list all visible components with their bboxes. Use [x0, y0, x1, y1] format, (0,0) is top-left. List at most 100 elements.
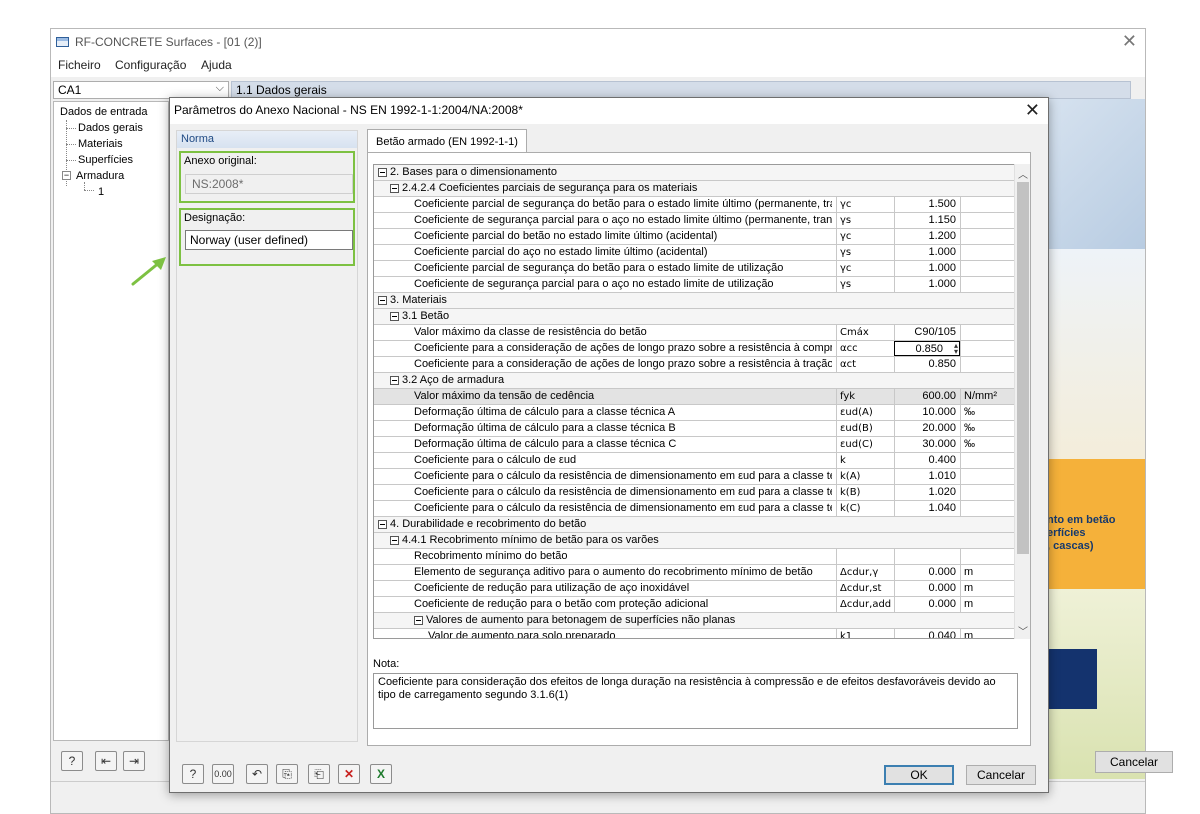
parameter-value[interactable]: 0.850: [894, 357, 960, 372]
tab-betao-armado[interactable]: Betão armado (EN 1992-1-1): [367, 129, 527, 153]
parameter-value[interactable]: 1.020: [894, 485, 960, 500]
undo-icon[interactable]: ↶: [246, 764, 268, 784]
parameter-value[interactable]: 0.000: [894, 597, 960, 612]
parameter-value[interactable]: 1.000: [894, 245, 960, 260]
table-row[interactable]: Coeficiente de segurança parcial para o …: [374, 277, 1015, 293]
table-row[interactable]: Coeficiente para o cálculo de εud k 0.400: [374, 453, 1015, 469]
table-row[interactable]: Deformação última de cálculo para a clas…: [374, 437, 1015, 453]
parameter-value[interactable]: 30.000: [894, 437, 960, 452]
previous-icon[interactable]: ⇤: [95, 751, 117, 771]
collapse-icon[interactable]: [390, 536, 399, 545]
table-row[interactable]: Coeficiente parcial do aço no estado lim…: [374, 245, 1015, 261]
table-row[interactable]: Deformação última de cálculo para a clas…: [374, 405, 1015, 421]
parameter-unit: [960, 245, 1015, 260]
parameter-value[interactable]: 1.000: [894, 261, 960, 276]
help-icon[interactable]: ?: [61, 751, 83, 771]
tree-item-armadura-1[interactable]: 1: [98, 186, 104, 198]
parameter-value[interactable]: 0.000: [894, 581, 960, 596]
table-row[interactable]: Coeficiente de redução para o betão com …: [374, 597, 1015, 613]
table-row[interactable]: Valor de aumento para solo preparado k1 0.…: [374, 629, 1015, 638]
tree-item-armadura[interactable]: Armadura: [76, 170, 124, 182]
table-group-row[interactable]: 2.4.2.4 Coeficientes parciais de seguran…: [374, 181, 1015, 197]
parameter-description: Coeficiente de redução para utilização d…: [414, 582, 690, 594]
parameter-value[interactable]: 600.00: [894, 389, 960, 404]
table-group-row[interactable]: 3.1 Betão: [374, 309, 1015, 325]
tree-item-dados-gerais[interactable]: Dados gerais: [78, 122, 143, 134]
delete-icon[interactable]: ✕: [338, 764, 360, 784]
parameter-value[interactable]: 1.500: [894, 197, 960, 212]
scroll-down-icon[interactable]: ﹀: [1018, 623, 1028, 638]
collapse-icon[interactable]: [390, 184, 399, 193]
ok-button[interactable]: OK: [884, 765, 954, 785]
table-row[interactable]: Coeficiente para o cálculo da resistênci…: [374, 501, 1015, 517]
table-group-row[interactable]: 2. Bases para o dimensionamento: [374, 165, 1015, 181]
collapse-icon[interactable]: [414, 616, 423, 625]
menu-ajuda[interactable]: Ajuda: [201, 58, 232, 72]
help-icon[interactable]: ?: [182, 764, 204, 784]
parameter-value[interactable]: [894, 549, 960, 564]
scroll-thumb[interactable]: [1017, 182, 1029, 554]
parameter-unit: N/mm²: [960, 389, 1015, 404]
collapse-icon[interactable]: [390, 376, 399, 385]
parameter-value[interactable]: 0.850 ▴ ▾: [894, 341, 960, 356]
parameter-value[interactable]: 1.040: [894, 501, 960, 516]
parameter-value[interactable]: 10.000: [894, 405, 960, 420]
table-group-row[interactable]: 3. Materiais: [374, 293, 1015, 309]
cancel-button[interactable]: Cancelar: [966, 765, 1036, 785]
collapse-icon[interactable]: [378, 520, 387, 529]
tree-item-superficies[interactable]: Superfícies: [78, 154, 133, 166]
parameter-unit: ‰: [960, 437, 1015, 452]
parameter-value[interactable]: 1.150: [894, 213, 960, 228]
table-scrollbar[interactable]: ︿ ﹀: [1014, 164, 1030, 639]
scroll-up-icon[interactable]: ︿: [1018, 166, 1028, 181]
table-row[interactable]: Coeficiente para a consideração de ações…: [374, 357, 1015, 373]
parameter-unit: ‰: [960, 421, 1015, 436]
designation-input[interactable]: Norway (user defined): [185, 230, 353, 250]
next-icon[interactable]: ⇥: [123, 751, 145, 771]
parameter-description: Coeficiente de redução para o betão com …: [414, 598, 709, 610]
table-row[interactable]: Elemento de segurança aditivo para o aum…: [374, 565, 1015, 581]
parameter-value[interactable]: 0.000: [894, 565, 960, 580]
original-annex-group: Anexo original: NS:2008*: [179, 151, 355, 203]
dialog-close-icon[interactable]: ✕: [1025, 100, 1040, 120]
parameter-value[interactable]: 1.000: [894, 277, 960, 292]
table-row[interactable]: Valor máximo da tensão de cedência fyk 600…: [374, 389, 1015, 405]
table-row[interactable]: Coeficiente parcial de segurança do betã…: [374, 261, 1015, 277]
tree-root-dados-entrada[interactable]: Dados de entrada: [60, 106, 147, 118]
table-row[interactable]: Coeficiente de segurança parcial para o …: [374, 213, 1015, 229]
table-group-row[interactable]: 4. Durabilidade e recobrimento do betão: [374, 517, 1015, 533]
collapse-icon[interactable]: [378, 168, 387, 177]
collapse-icon[interactable]: [378, 296, 387, 305]
table-row[interactable]: Coeficiente de redução para utilização d…: [374, 581, 1015, 597]
table-row[interactable]: Coeficiente para o cálculo da resistênci…: [374, 469, 1015, 485]
excel-icon[interactable]: X: [370, 764, 392, 784]
parameter-value[interactable]: 1.010: [894, 469, 960, 484]
parameter-value[interactable]: 1.200: [894, 229, 960, 244]
parameter-value[interactable]: 20.000: [894, 421, 960, 436]
menu-configuracao[interactable]: Configuração: [115, 58, 186, 72]
table-row[interactable]: Coeficiente parcial do betão no estado l…: [374, 229, 1015, 245]
table-group-row[interactable]: Valores de aumento para betonagem de sup…: [374, 613, 1015, 629]
parameter-value[interactable]: C90/105: [894, 325, 960, 340]
main-cancel-button[interactable]: Cancelar: [1095, 751, 1173, 773]
collapse-icon[interactable]: [390, 312, 399, 321]
menu-ficheiro[interactable]: Ficheiro: [58, 58, 101, 72]
export-icon[interactable]: ⎗: [308, 764, 330, 784]
tree-collapse-icon[interactable]: −: [62, 171, 71, 180]
parameter-description: Valor máximo da classe de resistência do…: [414, 326, 647, 338]
table-row[interactable]: Recobrimento mínimo do betão: [374, 549, 1015, 565]
table-row[interactable]: Valor máximo da classe de resistência do…: [374, 325, 1015, 341]
parameter-value[interactable]: 0.400: [894, 453, 960, 468]
table-row[interactable]: Coeficiente parcial de segurança do betã…: [374, 197, 1015, 213]
table-group-row[interactable]: 4.4.1 Recobrimento mínimo de betão para …: [374, 533, 1015, 549]
parameter-value[interactable]: 0.040: [894, 629, 960, 638]
table-group-row[interactable]: 3.2 Aço de armadura: [374, 373, 1015, 389]
tree-item-materiais[interactable]: Materiais: [78, 138, 123, 150]
table-row[interactable]: Coeficiente para o cálculo da resistênci…: [374, 485, 1015, 501]
spinner-icon[interactable]: ▴ ▾: [954, 342, 958, 356]
decimal-places-icon[interactable]: 0.00: [212, 764, 234, 784]
main-close-icon[interactable]: ✕: [1122, 31, 1137, 51]
table-row[interactable]: Deformação última de cálculo para a clas…: [374, 421, 1015, 437]
import-icon[interactable]: ⎘: [276, 764, 298, 784]
table-row[interactable]: Coeficiente para a consideração de ações…: [374, 341, 1015, 357]
